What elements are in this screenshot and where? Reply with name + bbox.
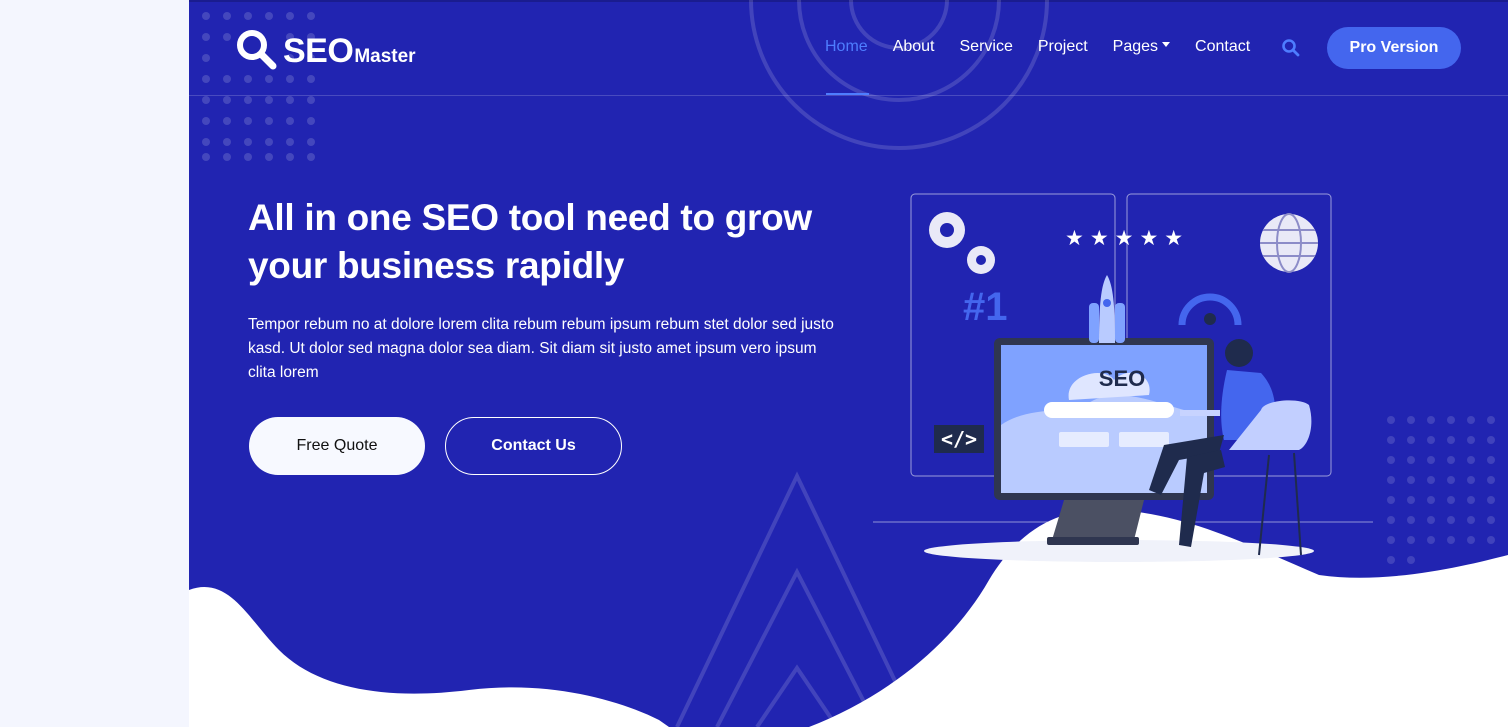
brand-suffix: Master (354, 46, 416, 67)
nav-item-contact[interactable]: Contact (1195, 36, 1250, 58)
brand-name: SEO (283, 32, 354, 70)
active-nav-underline (826, 93, 869, 95)
pro-version-button[interactable]: Pro Version (1327, 27, 1461, 69)
nav-divider (189, 95, 1508, 96)
globe-icon (1260, 213, 1318, 273)
nav-item-pages-label: Pages (1112, 38, 1159, 55)
nav-item-pages[interactable]: Pages (1112, 36, 1171, 58)
dot-grid-right (1387, 416, 1495, 564)
main-nav: Home About Service Project Pages Contact (825, 36, 1275, 58)
rank-number-one: #1 (963, 285, 1008, 329)
white-wave (189, 587, 669, 727)
hero-paragraph: Tempor rebum no at dolore lorem clita re… (248, 316, 834, 381)
brand-logo[interactable]: SEO Master (235, 28, 416, 70)
contact-us-button[interactable]: Contact Us (445, 417, 622, 475)
magnifier-logo-icon (237, 30, 277, 70)
hero-section: SEO Master Home About Service Project Pa… (189, 0, 1508, 727)
code-icon: </> (934, 425, 984, 453)
caret-down-icon (1162, 42, 1171, 48)
gears-icon (929, 212, 995, 274)
seo-cloud-label: SEO (1098, 366, 1146, 391)
page: SEO Master Home About Service Project Pa… (0, 0, 1508, 727)
left-margin (0, 0, 189, 727)
rocket-icon (1089, 275, 1125, 343)
rating-stars-icon: ★★★★★ (1065, 227, 1190, 250)
hero-headline: All in one SEO tool need to grow your bu… (248, 197, 812, 286)
nav-item-project[interactable]: Project (1038, 36, 1088, 58)
nav-item-home[interactable]: Home (825, 36, 868, 58)
search-icon[interactable] (1281, 38, 1301, 58)
nav-item-about[interactable]: About (893, 36, 935, 58)
free-quote-button[interactable]: Free Quote (249, 417, 425, 475)
concentric-circles (749, 0, 1049, 150)
nav-item-service[interactable]: Service (960, 36, 1013, 58)
